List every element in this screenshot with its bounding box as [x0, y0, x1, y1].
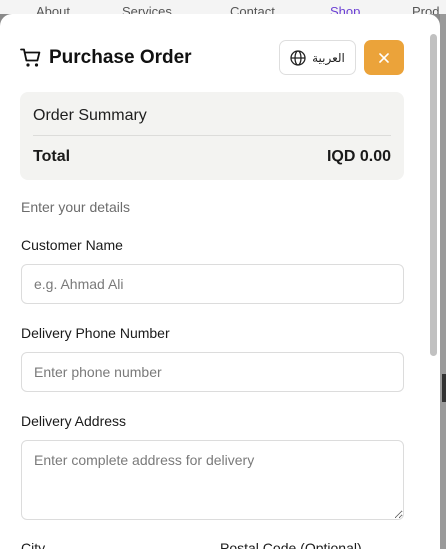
close-button[interactable]	[364, 40, 404, 75]
postal-code-label: Postal Code (Optional)	[220, 540, 362, 549]
close-icon	[379, 52, 389, 63]
background-nav-item: About	[36, 4, 70, 14]
form-hint: Enter your details	[21, 199, 130, 215]
customer-name-label: Customer Name	[21, 237, 123, 253]
background-nav-item: Contact	[230, 4, 275, 14]
divider	[33, 135, 391, 136]
modal-scrollbar[interactable]	[430, 34, 437, 356]
purchase-order-modal: Purchase Order العربية Order Summary Tot…	[0, 14, 440, 549]
language-label: العربية	[312, 50, 345, 65]
total-label: Total	[33, 148, 71, 165]
language-toggle-button[interactable]: العربية	[279, 40, 356, 75]
order-summary: Order Summary Total IQD 0.00	[20, 92, 404, 180]
background-nav-item: Shop	[330, 4, 361, 14]
address-label: Delivery Address	[21, 413, 127, 429]
shopping-cart-icon	[20, 48, 41, 67]
background-nav-item: Prod	[412, 4, 440, 14]
globe-icon	[290, 49, 306, 66]
modal-header: Purchase Order العربية	[20, 40, 404, 76]
phone-input[interactable]	[21, 352, 404, 392]
city-label: City	[21, 540, 46, 549]
background-nav-item: Services	[122, 4, 172, 14]
background-page	[440, 14, 446, 549]
phone-label: Delivery Phone Number	[21, 325, 170, 341]
address-textarea[interactable]	[21, 440, 404, 520]
total-value: IQD 0.00	[326, 148, 391, 165]
modal-title: Purchase Order	[49, 47, 192, 68]
background-nav: About Services Contact Shop Prod	[0, 0, 446, 14]
order-summary-title: Order Summary	[33, 107, 147, 124]
customer-name-input[interactable]	[21, 264, 404, 304]
